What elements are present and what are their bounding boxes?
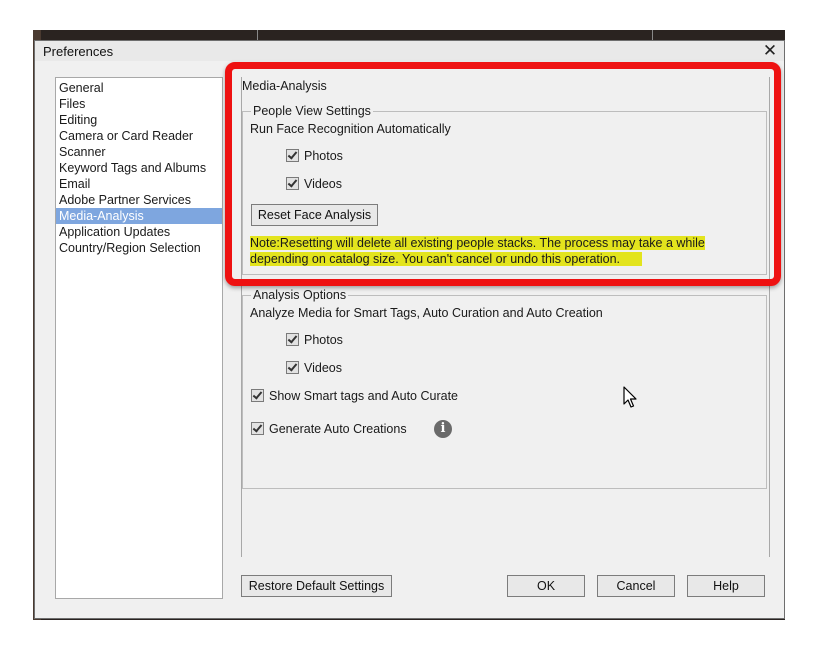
title-bar: Preferences ✕	[35, 41, 784, 61]
settings-panel: Media-Analysis People View Settings Run …	[241, 77, 770, 557]
preferences-dialog: Preferences ✕ General Files Editing Came…	[34, 40, 785, 619]
people-photos-label: Photos	[304, 149, 343, 163]
info-icon[interactable]: i	[434, 420, 452, 438]
smart-tags-row: Show Smart tags and Auto Curate	[251, 388, 458, 404]
analysis-videos-row: Videos	[286, 360, 342, 376]
sidebar-item-media-analysis[interactable]: Media-Analysis	[56, 208, 222, 224]
auto-creations-checkbox[interactable]	[251, 422, 264, 435]
restore-default-settings-button[interactable]: Restore Default Settings	[241, 575, 392, 597]
analysis-options-legend: Analysis Options	[251, 288, 349, 302]
auto-creations-label: Generate Auto Creations	[269, 422, 407, 436]
sidebar-item-camera-or-card-reader[interactable]: Camera or Card Reader	[56, 128, 222, 144]
sidebar-item-editing[interactable]: Editing	[56, 112, 222, 128]
analysis-photos-checkbox[interactable]	[286, 333, 299, 346]
people-view-settings-legend: People View Settings	[251, 104, 373, 118]
dialog-title: Preferences	[43, 44, 114, 59]
analysis-photos-label: Photos	[304, 333, 343, 347]
sidebar-item-keyword-tags-and-albums[interactable]: Keyword Tags and Albums	[56, 160, 222, 176]
cancel-button[interactable]: Cancel	[597, 575, 675, 597]
people-photos-row: Photos	[286, 148, 343, 164]
sidebar-item-email[interactable]: Email	[56, 176, 222, 192]
analysis-options-group: Analysis Options Analyze Media for Smart…	[242, 288, 767, 489]
sidebar-item-country-region-selection[interactable]: Country/Region Selection	[56, 240, 222, 256]
people-videos-row: Videos	[286, 176, 342, 192]
section-title: Media-Analysis	[242, 79, 327, 93]
analysis-videos-checkbox[interactable]	[286, 361, 299, 374]
help-button[interactable]: Help	[687, 575, 765, 597]
auto-creations-row: Generate Auto Creations i	[251, 420, 452, 438]
smart-tags-checkbox[interactable]	[251, 389, 264, 402]
sidebar-item-general[interactable]: General	[56, 80, 222, 96]
analyze-media-label: Analyze Media for Smart Tags, Auto Curat…	[250, 306, 603, 320]
reset-face-analysis-button[interactable]: Reset Face Analysis	[251, 204, 378, 226]
people-photos-checkbox[interactable]	[286, 149, 299, 162]
sidebar-item-application-updates[interactable]: Application Updates	[56, 224, 222, 240]
people-videos-checkbox[interactable]	[286, 177, 299, 190]
sidebar-item-files[interactable]: Files	[56, 96, 222, 112]
sidebar-item-scanner[interactable]: Scanner	[56, 144, 222, 160]
run-face-recognition-label: Run Face Recognition Automatically	[250, 122, 451, 136]
sidebar-item-adobe-partner-services[interactable]: Adobe Partner Services	[56, 192, 222, 208]
smart-tags-label: Show Smart tags and Auto Curate	[269, 389, 458, 403]
reset-warning-line-1: Note:Resetting will delete all existing …	[250, 236, 705, 250]
reset-warning-line-2: depending on catalog size. You can't can…	[250, 252, 643, 266]
close-icon[interactable]: ✕	[762, 41, 778, 61]
people-videos-label: Videos	[304, 177, 342, 191]
people-view-settings-group: People View Settings Run Face Recognitio…	[242, 104, 767, 275]
preferences-category-list: General Files Editing Camera or Card Rea…	[55, 77, 223, 599]
ok-button[interactable]: OK	[507, 575, 585, 597]
analysis-videos-label: Videos	[304, 361, 342, 375]
reset-warning-note: Note:Resetting will delete all existing …	[250, 235, 720, 267]
analysis-photos-row: Photos	[286, 332, 343, 348]
